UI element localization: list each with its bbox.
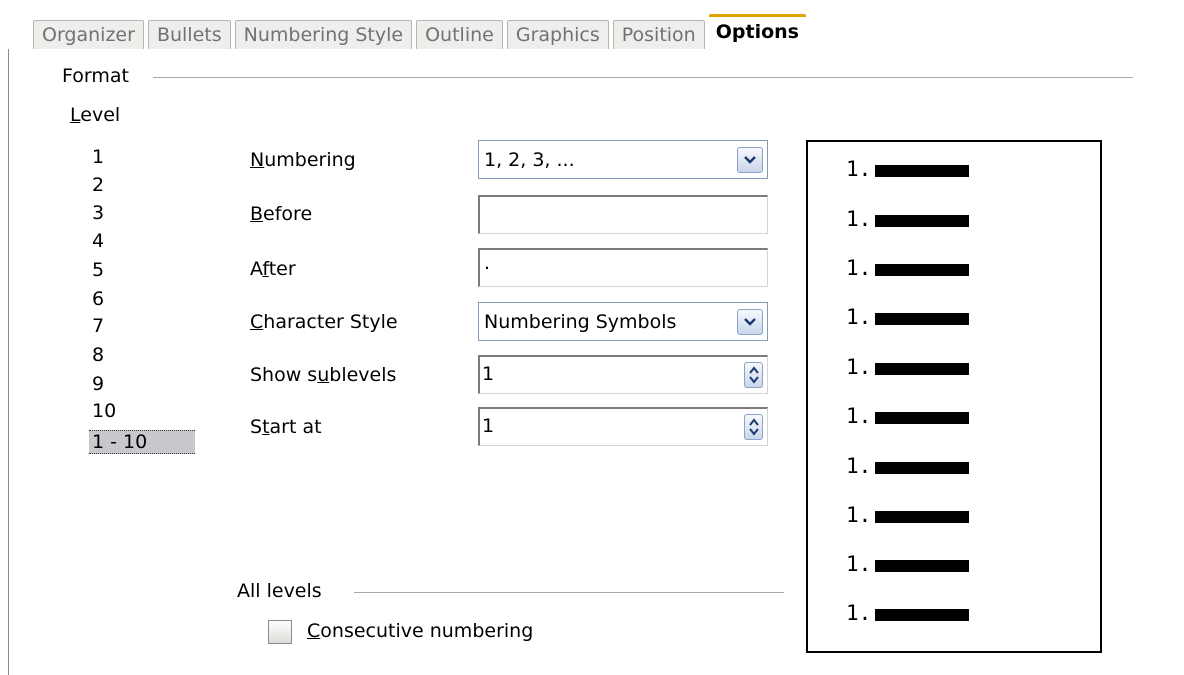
start-at-label: Start at — [250, 416, 322, 438]
level-list[interactable]: 1 2 3 4 5 6 7 8 9 10 1 - 10 — [89, 143, 197, 651]
all-levels-group-label: All levels — [237, 580, 322, 602]
chevron-down-icon[interactable] — [737, 309, 763, 335]
preview-row: 1. — [846, 551, 970, 577]
show-sublevels-spinner[interactable]: 1 — [478, 355, 768, 394]
before-field[interactable] — [478, 195, 768, 234]
numbering-label: Numbering — [250, 149, 356, 171]
tab-numbering-style[interactable]: Numbering Style — [234, 20, 413, 49]
character-style-value: Numbering Symbols — [484, 310, 677, 333]
level-item-5[interactable]: 5 — [92, 259, 104, 281]
tab-organizer[interactable]: Organizer — [33, 20, 144, 49]
numbering-preview: 1. 1. 1. 1. 1. 1. 1. 1. 1. 1. — [806, 140, 1102, 653]
level-item-all[interactable]: 1 - 10 — [89, 430, 195, 454]
level-item-8[interactable]: 8 — [92, 344, 104, 366]
chevron-down-icon[interactable] — [737, 147, 763, 173]
tab-outline[interactable]: Outline — [416, 20, 503, 49]
level-item-6[interactable]: 6 — [92, 288, 104, 310]
show-sublevels-label: Show sublevels — [250, 364, 397, 386]
spin-arrows-icon[interactable] — [744, 362, 763, 388]
start-at-value: 1 — [482, 415, 495, 437]
preview-row: 1. — [846, 255, 970, 281]
tab-bullets[interactable]: Bullets — [147, 20, 231, 49]
preview-row: 1. — [846, 600, 970, 626]
tab-strip: Organizer Bullets Numbering Style Outlin… — [33, 14, 810, 49]
preview-row: 1. — [846, 502, 970, 528]
level-item-9[interactable]: 9 — [92, 373, 104, 395]
tab-options[interactable]: Options — [708, 14, 806, 49]
tab-position[interactable]: Position — [612, 20, 705, 49]
consecutive-numbering-label[interactable]: Consecutive numbering — [307, 620, 533, 642]
level-item-10[interactable]: 10 — [92, 400, 116, 422]
preview-row: 1. — [846, 206, 970, 232]
preview-row: 1. — [846, 156, 970, 182]
level-item-1[interactable]: 1 — [92, 146, 104, 168]
after-field[interactable]: . — [478, 248, 768, 287]
level-item-7[interactable]: 7 — [92, 315, 104, 337]
format-divider — [153, 77, 1133, 78]
level-label: Level — [70, 104, 121, 126]
format-group-label: Format — [62, 65, 129, 87]
character-style-dropdown[interactable]: Numbering Symbols — [478, 302, 768, 341]
character-style-label: Character Style — [250, 311, 398, 333]
level-item-4[interactable]: 4 — [92, 230, 104, 252]
tab-graphics[interactable]: Graphics — [506, 20, 609, 49]
panel-border — [8, 49, 9, 675]
level-item-3[interactable]: 3 — [92, 202, 104, 224]
preview-row: 1. — [846, 304, 970, 330]
start-at-spinner[interactable]: 1 — [478, 407, 768, 446]
before-label: Before — [250, 203, 313, 225]
numbering-dropdown[interactable]: 1, 2, 3, ... — [478, 140, 768, 179]
show-sublevels-value: 1 — [482, 363, 495, 385]
all-levels-divider — [354, 592, 784, 593]
numbering-value: 1, 2, 3, ... — [484, 148, 575, 171]
level-item-2[interactable]: 2 — [92, 174, 104, 196]
preview-row: 1. — [846, 354, 970, 380]
spin-arrows-icon[interactable] — [744, 414, 763, 440]
preview-row: 1. — [846, 453, 970, 479]
preview-row: 1. — [846, 403, 970, 429]
after-label: After — [250, 258, 296, 280]
consecutive-numbering-checkbox[interactable] — [268, 620, 292, 644]
